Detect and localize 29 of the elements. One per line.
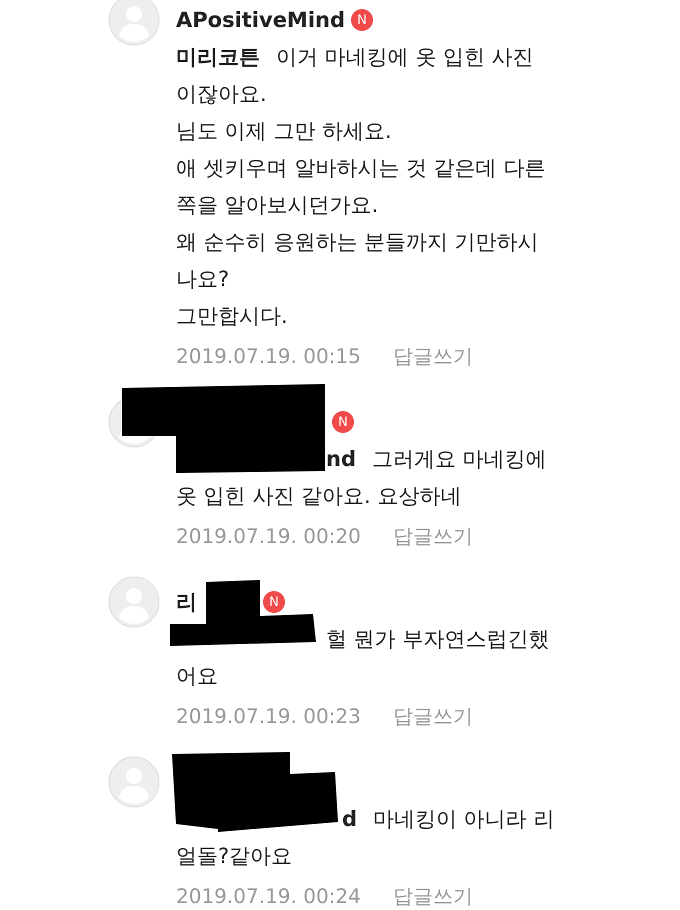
comment-text: 왜 순수히 응원하는 분들까지 기만하시 <box>176 228 539 256</box>
comment-date: 2019.07.19. 00:15 <box>176 344 361 368</box>
avatar-icon <box>108 576 160 628</box>
avatar-icon <box>108 0 160 46</box>
new-badge: N <box>332 411 354 433</box>
avatar-icon <box>108 756 160 808</box>
comment-text: 옷 입힌 사진 같아요. 요상하네 <box>176 482 462 510</box>
comment-text: 얼돌?같아요 <box>176 842 292 870</box>
comment-date: 2019.07.19. 00:24 <box>176 884 361 908</box>
comment-text: 애 셋키우며 알바하시는 것 같은데 다른 <box>176 154 546 182</box>
comment-date: 2019.07.19. 00:23 <box>176 704 361 728</box>
comment-text: 그러게요 마네킹에 <box>372 446 547 472</box>
comment-text: 쪽을 알아보시던가요. <box>176 192 378 218</box>
comment-text: 그만합시다. <box>176 302 288 330</box>
comment-text: 어요 <box>176 662 218 690</box>
comment-date: 2019.07.19. 00:20 <box>176 524 361 548</box>
comment-text: 이거 마네킹에 옷 입힌 사진 <box>276 44 534 70</box>
author-name[interactable]: 리 <box>176 588 197 616</box>
mention-name[interactable]: d <box>342 806 358 830</box>
comment-text: 헐 뭔가 부자연스럽긴했 <box>326 626 550 652</box>
mention-name[interactable]: nd <box>326 446 356 470</box>
new-badge: N <box>351 9 374 31</box>
comment-text: 마네킹이 아니라 리 <box>373 806 554 832</box>
comment-text: 이잖아요. <box>176 80 267 108</box>
author-name[interactable]: APositiveMind <box>176 8 346 32</box>
mention-name[interactable]: 미리코튼 <box>176 42 260 70</box>
new-badge: N <box>263 591 285 613</box>
comment-text: 님도 이제 그만 하세요. <box>176 118 392 144</box>
comment-text: 나요? <box>176 266 230 292</box>
